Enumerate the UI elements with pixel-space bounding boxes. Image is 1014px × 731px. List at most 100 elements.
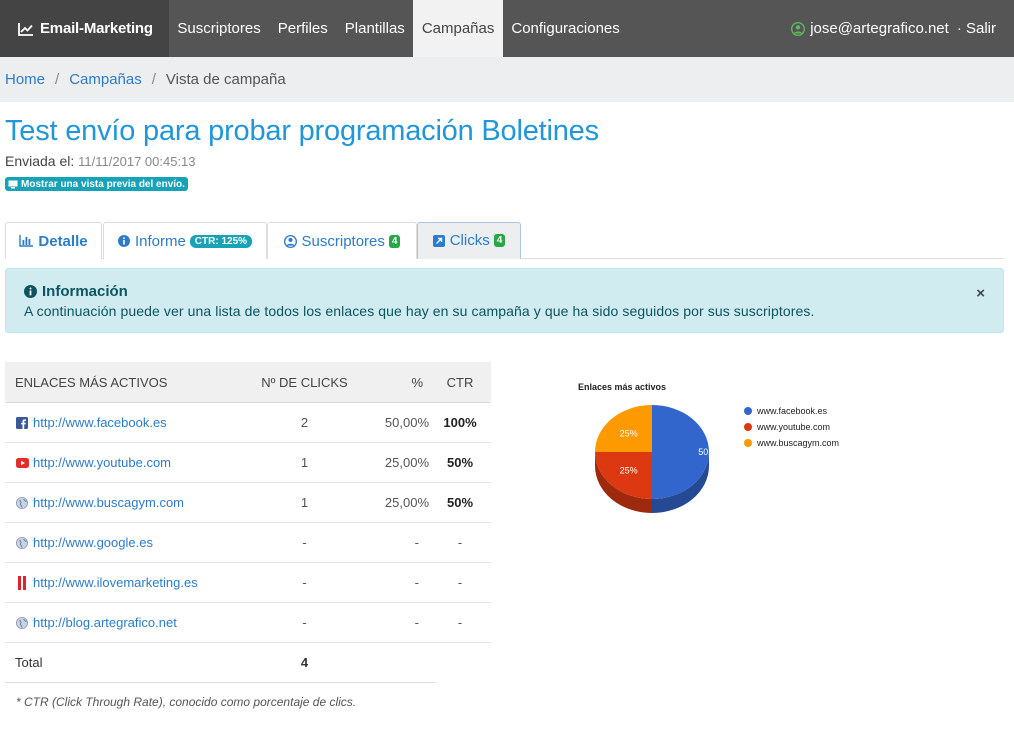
globe-icon <box>15 536 29 550</box>
nav-item-campanas[interactable]: Campañas <box>413 0 503 57</box>
link-url[interactable]: http://www.youtube.com <box>33 455 171 470</box>
percent-cell: 25,00% <box>384 495 429 510</box>
legend-item[interactable]: www.youtube.com <box>744 419 839 435</box>
bar-chart-icon <box>19 235 34 247</box>
clicks-cell: - <box>302 615 307 630</box>
sent-label: Enviada el: <box>5 153 75 169</box>
tab-detalle[interactable]: Detalle <box>5 222 102 259</box>
info-circle-icon <box>117 235 130 247</box>
legend-label: www.facebook.es <box>757 406 828 416</box>
user-email-link[interactable]: jose@artegrafico.net <box>810 20 949 37</box>
external-link-icon <box>432 234 445 247</box>
ctr-badge: CTR: 125% <box>189 234 253 248</box>
clicks-count-badge: 4 <box>493 234 506 247</box>
percent-cell: 50,00% <box>384 415 429 430</box>
link-url[interactable]: http://www.buscagym.com <box>33 495 184 510</box>
breadcrumb-campanas[interactable]: Campañas <box>69 71 142 88</box>
breadcrumb-current: Vista de campaña <box>165 71 286 88</box>
tab-suscriptores[interactable]: Suscriptores 4 <box>267 222 417 259</box>
legend-label: www.buscagym.com <box>757 438 840 448</box>
total-label: Total <box>15 655 43 670</box>
sent-date: 11/11/2017 00:45:13 <box>78 154 196 169</box>
nav-item-configuraciones[interactable]: Configuraciones <box>503 0 628 57</box>
breadcrumb-divider: / <box>151 71 156 88</box>
brand-label: Email-Marketing <box>40 20 153 37</box>
info-alert: Información A continuación puede ver una… <box>5 268 1004 333</box>
legend-swatch <box>744 439 752 447</box>
globe-icon <box>15 496 29 510</box>
tab-clicks[interactable]: Clicks 4 <box>417 222 521 259</box>
table-row: http://www.buscagym.com 1 25,00% 50% <box>5 483 491 523</box>
ctr-footnote: * CTR (Click Through Rate), conocido com… <box>16 695 357 709</box>
nav-item-perfiles[interactable]: Perfiles <box>269 0 336 57</box>
clicks-cell: - <box>302 535 307 550</box>
percent-cell: - <box>414 615 419 630</box>
logout-link[interactable]: · Salir <box>957 20 996 37</box>
alert-title: Información <box>42 283 128 300</box>
table-row: http://blog.artegrafico.net - - - <box>5 603 491 643</box>
clicks-cell: 1 <box>300 495 309 510</box>
info-circle-icon <box>24 285 37 298</box>
ctr-cell: 50% <box>446 455 474 470</box>
nav-item-plantillas[interactable]: Plantillas <box>336 0 413 57</box>
chart-title: Enlaces más activos <box>578 382 667 392</box>
youtube-icon <box>15 456 29 470</box>
pie-chart-svg: 50 25% 25% <box>595 405 709 513</box>
table-row: http://www.youtube.com 1 25,00% 50% <box>5 443 491 483</box>
pie-data-label: 25% <box>620 429 638 439</box>
table-row: http://www.facebook.es 2 50,00% 100% <box>5 403 491 443</box>
top-navbar: Email-Marketing Suscriptores Perfiles Pl… <box>0 0 1014 57</box>
page-title: Test envío para probar programación Bole… <box>5 115 599 147</box>
brand-link[interactable]: Email-Marketing <box>0 0 169 57</box>
total-row: Total 4 <box>5 643 436 683</box>
tab-informe[interactable]: Informe CTR: 125% <box>103 222 267 259</box>
tab-informe-label: Informe <box>134 232 186 250</box>
breadcrumb-divider: / <box>55 71 60 88</box>
alert-heading: Información <box>24 283 985 300</box>
column-header: Nº DE CLICKS <box>261 374 348 390</box>
pie-slice[interactable] <box>595 452 652 499</box>
facebook-icon <box>15 416 29 430</box>
legend-swatch <box>744 407 752 415</box>
table-row: http://www.ilovemarketing.es - - - <box>5 563 491 603</box>
link-url[interactable]: http://blog.artegrafico.net <box>33 615 177 630</box>
percent-cell: - <box>414 575 419 590</box>
ctr-cell: 50% <box>446 495 474 510</box>
total-value: 4 <box>300 655 309 670</box>
ctr-cell: - <box>457 575 463 590</box>
column-header: CTR <box>446 374 474 390</box>
clicks-cell: 2 <box>300 415 309 430</box>
clicks-pie-chart: Enlaces más activos 50 25% 25% www.faceboo… <box>560 372 890 532</box>
sent-info: Enviada el: 11/11/2017 00:45:13 <box>5 153 196 169</box>
legend-item[interactable]: www.buscagym.com <box>744 435 839 451</box>
table-header: ENLACES MÁS ACTIVOS Nº DE CLICKS % CTR <box>5 362 491 403</box>
legend-item[interactable]: www.facebook.es <box>744 403 839 419</box>
close-icon[interactable]: × <box>976 285 985 302</box>
tab-suscriptores-label: Suscriptores <box>301 232 385 250</box>
ilovemarketing-icon <box>15 575 29 590</box>
column-header: ENLACES MÁS ACTIVOS <box>15 374 168 390</box>
ctr-cell: - <box>457 535 463 550</box>
breadcrumb-home[interactable]: Home <box>5 71 45 88</box>
campaign-tabs: Detalle Informe CTR: 125% Suscriptores 4… <box>5 222 1004 259</box>
link-url[interactable]: http://www.google.es <box>33 535 153 550</box>
links-table: ENLACES MÁS ACTIVOS Nº DE CLICKS % CTR h… <box>5 362 491 683</box>
alert-text: A continuación puede ver una lista de to… <box>24 303 815 319</box>
nav-item-suscriptores[interactable]: Suscriptores <box>169 0 269 57</box>
user-menu: jose@artegrafico.net · Salir <box>791 0 1014 57</box>
legend-label: www.youtube.com <box>757 422 831 432</box>
preview-button[interactable]: Mostrar una vista previa del envío. <box>5 177 188 191</box>
monitor-icon <box>8 180 18 188</box>
link-url[interactable]: http://www.ilovemarketing.es <box>33 575 198 590</box>
clicks-cell: - <box>302 575 307 590</box>
pie-data-label: 25% <box>620 465 638 475</box>
chart-legend: www.facebook.es www.youtube.com www.buscag… <box>744 403 839 451</box>
user-circle-icon <box>791 21 806 36</box>
ctr-cell: 100% <box>443 415 477 430</box>
percent-cell: 25,00% <box>384 455 429 470</box>
breadcrumb: Home / Campañas / Vista de campaña <box>0 57 1014 102</box>
link-url[interactable]: http://www.facebook.es <box>33 415 167 430</box>
percent-cell: - <box>414 535 419 550</box>
globe-icon <box>15 616 29 630</box>
tab-detalle-label: Detalle <box>38 232 88 250</box>
